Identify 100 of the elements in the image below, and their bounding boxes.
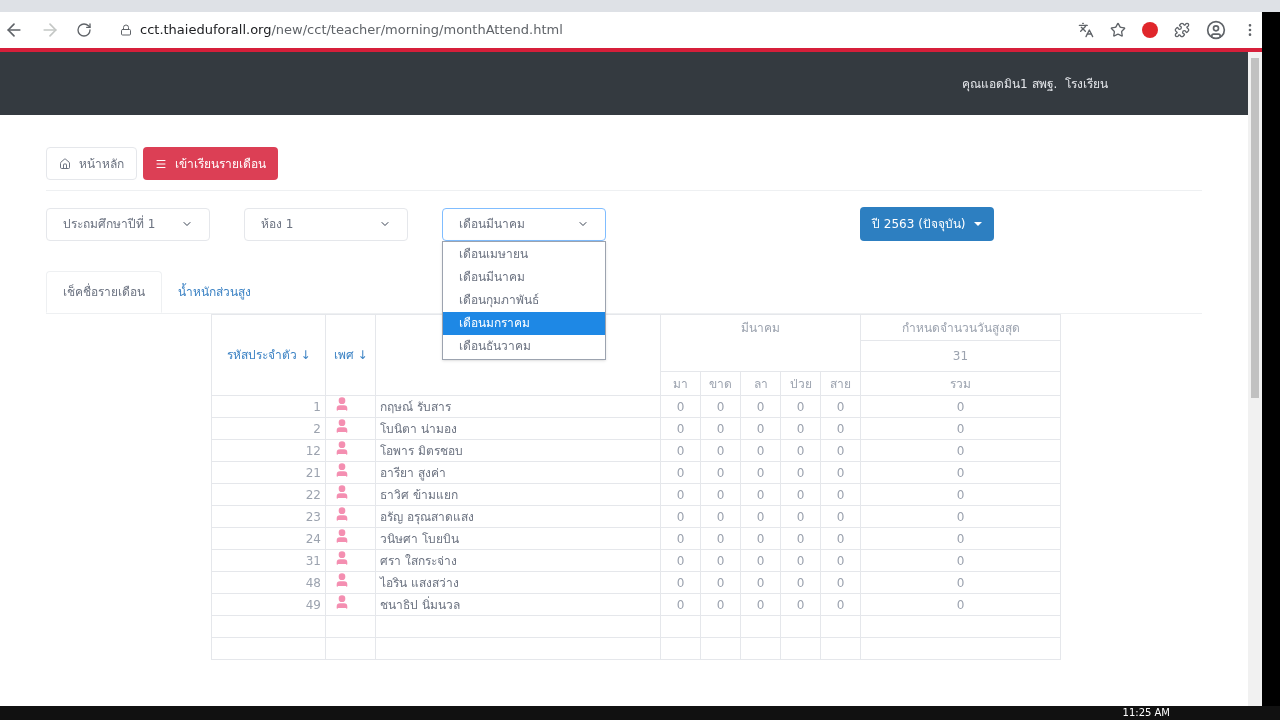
person-icon bbox=[334, 528, 350, 544]
tab[interactable]: น้ำหนักส่วนสูง bbox=[162, 271, 267, 313]
person-icon bbox=[334, 594, 350, 610]
clock: 11:25 AM bbox=[1122, 708, 1170, 718]
table-cell: 0 bbox=[860, 483, 1061, 506]
table-cell: 0 bbox=[820, 571, 861, 594]
table-cell: 0 bbox=[740, 417, 781, 440]
table-cell: 0 bbox=[820, 549, 861, 572]
year-dropdown-button[interactable]: ปี 2563 (ปัจจุบัน) bbox=[860, 207, 994, 241]
column-header: ขาด bbox=[700, 371, 741, 396]
user-name: คุณแอดมิน1 สพฐ. โรงเรียน bbox=[962, 75, 1108, 93]
table-cell: 0 bbox=[700, 417, 741, 440]
table-cell: กฤษณ์ รับสาร bbox=[375, 395, 661, 418]
table-cell: 0 bbox=[740, 439, 781, 462]
table-cell: 0 bbox=[860, 527, 1061, 550]
column-header: รวม bbox=[860, 371, 1061, 396]
table-cell: 0 bbox=[700, 549, 741, 572]
table-cell: 0 bbox=[700, 461, 741, 484]
select-field[interactable]: ห้อง 1 bbox=[244, 207, 408, 241]
table-cell: 48 bbox=[211, 571, 326, 594]
table-cell: 0 bbox=[660, 483, 701, 506]
table-cell: 0 bbox=[860, 593, 1061, 616]
table-cell: 0 bbox=[700, 571, 741, 594]
home-icon bbox=[59, 157, 71, 170]
table-cell: 0 bbox=[860, 549, 1061, 572]
table-cell: ธาวิศ ข้ามแยก bbox=[375, 483, 661, 506]
extensions-icon[interactable] bbox=[1174, 22, 1190, 38]
table-cell: ชนาธิป นิ่มนวล bbox=[375, 593, 661, 616]
table-cell: 0 bbox=[860, 505, 1061, 528]
table-cell: 0 bbox=[860, 461, 1061, 484]
table-cell: 0 bbox=[660, 505, 701, 528]
dropdown-option[interactable]: เดือนกุมภาพันธ์ bbox=[443, 288, 605, 312]
profile-icon[interactable] bbox=[1206, 20, 1226, 40]
column-header[interactable]: รหัสประจำตัว ↓ bbox=[211, 314, 326, 396]
dropdown-option[interactable]: เดือนมกราคม bbox=[443, 311, 605, 335]
table-cell: 0 bbox=[740, 527, 781, 550]
dropdown-option[interactable]: เดือนธันวาคม bbox=[443, 334, 605, 358]
table-cell: 0 bbox=[820, 593, 861, 616]
table-cell: 0 bbox=[780, 549, 821, 572]
column-header: ลา bbox=[740, 371, 781, 396]
table-cell: 0 bbox=[780, 461, 821, 484]
home-button[interactable]: หน้าหลัก bbox=[46, 147, 137, 180]
dropdown-option[interactable]: เดือนเมษายน bbox=[443, 242, 605, 266]
table-cell: 21 bbox=[211, 461, 326, 484]
table-cell: 22 bbox=[211, 483, 326, 506]
table-cell: 31 bbox=[211, 549, 326, 572]
column-header[interactable]: เพศ ↓ bbox=[325, 314, 376, 396]
select-field[interactable]: เดือนมีนาคม bbox=[442, 207, 606, 241]
bookmark-star-icon[interactable] bbox=[1110, 22, 1126, 38]
table-cell: 0 bbox=[740, 571, 781, 594]
table-cell: 0 bbox=[780, 439, 821, 462]
table-cell: 0 bbox=[860, 417, 1061, 440]
table-cell: 0 bbox=[820, 527, 861, 550]
caret-icon bbox=[973, 222, 982, 226]
lock-icon bbox=[120, 24, 132, 36]
column-header: สาย bbox=[820, 371, 861, 396]
table-cell: 0 bbox=[660, 593, 701, 616]
person-icon bbox=[334, 506, 350, 522]
person-icon bbox=[334, 418, 350, 434]
dropdown-option[interactable]: เดือนมีนาคม bbox=[443, 265, 605, 289]
reload-icon[interactable] bbox=[76, 22, 92, 38]
select-field[interactable]: ประถมศึกษาปีที่ 1 bbox=[46, 207, 210, 241]
column-header: มีนาคม bbox=[660, 314, 861, 372]
table-cell: 0 bbox=[820, 483, 861, 506]
table-cell: 0 bbox=[820, 505, 861, 528]
translate-icon[interactable] bbox=[1078, 22, 1094, 38]
table-cell: 0 bbox=[780, 505, 821, 528]
scrollbar[interactable] bbox=[1248, 52, 1262, 706]
table-cell: 0 bbox=[740, 395, 781, 418]
table-cell: 0 bbox=[700, 483, 741, 506]
table-cell: 0 bbox=[700, 593, 741, 616]
table-cell: โอพาร มิตรชอบ bbox=[375, 439, 661, 462]
table-cell: 0 bbox=[820, 417, 861, 440]
table-cell: 0 bbox=[660, 417, 701, 440]
table-cell: 0 bbox=[700, 395, 741, 418]
table-cell: 0 bbox=[820, 395, 861, 418]
person-icon bbox=[334, 572, 350, 588]
table-cell: 0 bbox=[660, 549, 701, 572]
column-header: มา bbox=[660, 371, 701, 396]
column-header: กำหนดจำนวนวันสูงสุด bbox=[860, 314, 1061, 341]
tab[interactable]: เช็คชื่อรายเดือน bbox=[46, 271, 162, 313]
table-cell: 0 bbox=[660, 461, 701, 484]
table-cell: 0 bbox=[780, 483, 821, 506]
table-cell: อรัญ อรุณสาดแสง bbox=[375, 505, 661, 528]
person-icon bbox=[334, 462, 350, 478]
extension-icon[interactable] bbox=[1142, 22, 1158, 38]
table-cell: 0 bbox=[780, 395, 821, 418]
table-cell: 0 bbox=[660, 571, 701, 594]
table-cell: 23 bbox=[211, 505, 326, 528]
table-cell: 0 bbox=[660, 439, 701, 462]
table-cell: วนิษศา โบยบิน bbox=[375, 527, 661, 550]
table-cell: 0 bbox=[860, 395, 1061, 418]
person-icon bbox=[334, 440, 350, 456]
person-icon bbox=[334, 550, 350, 566]
table-cell: 0 bbox=[700, 439, 741, 462]
table-cell: 0 bbox=[780, 593, 821, 616]
monthly-attendance-button[interactable]: เข้าเรียนรายเดือน bbox=[143, 147, 278, 180]
address-bar[interactable]: cct.thaieduforall.org/new/cct/teacher/morning/monthAttend.html bbox=[140, 20, 563, 40]
table-cell: 0 bbox=[700, 505, 741, 528]
table-cell: 0 bbox=[780, 571, 821, 594]
